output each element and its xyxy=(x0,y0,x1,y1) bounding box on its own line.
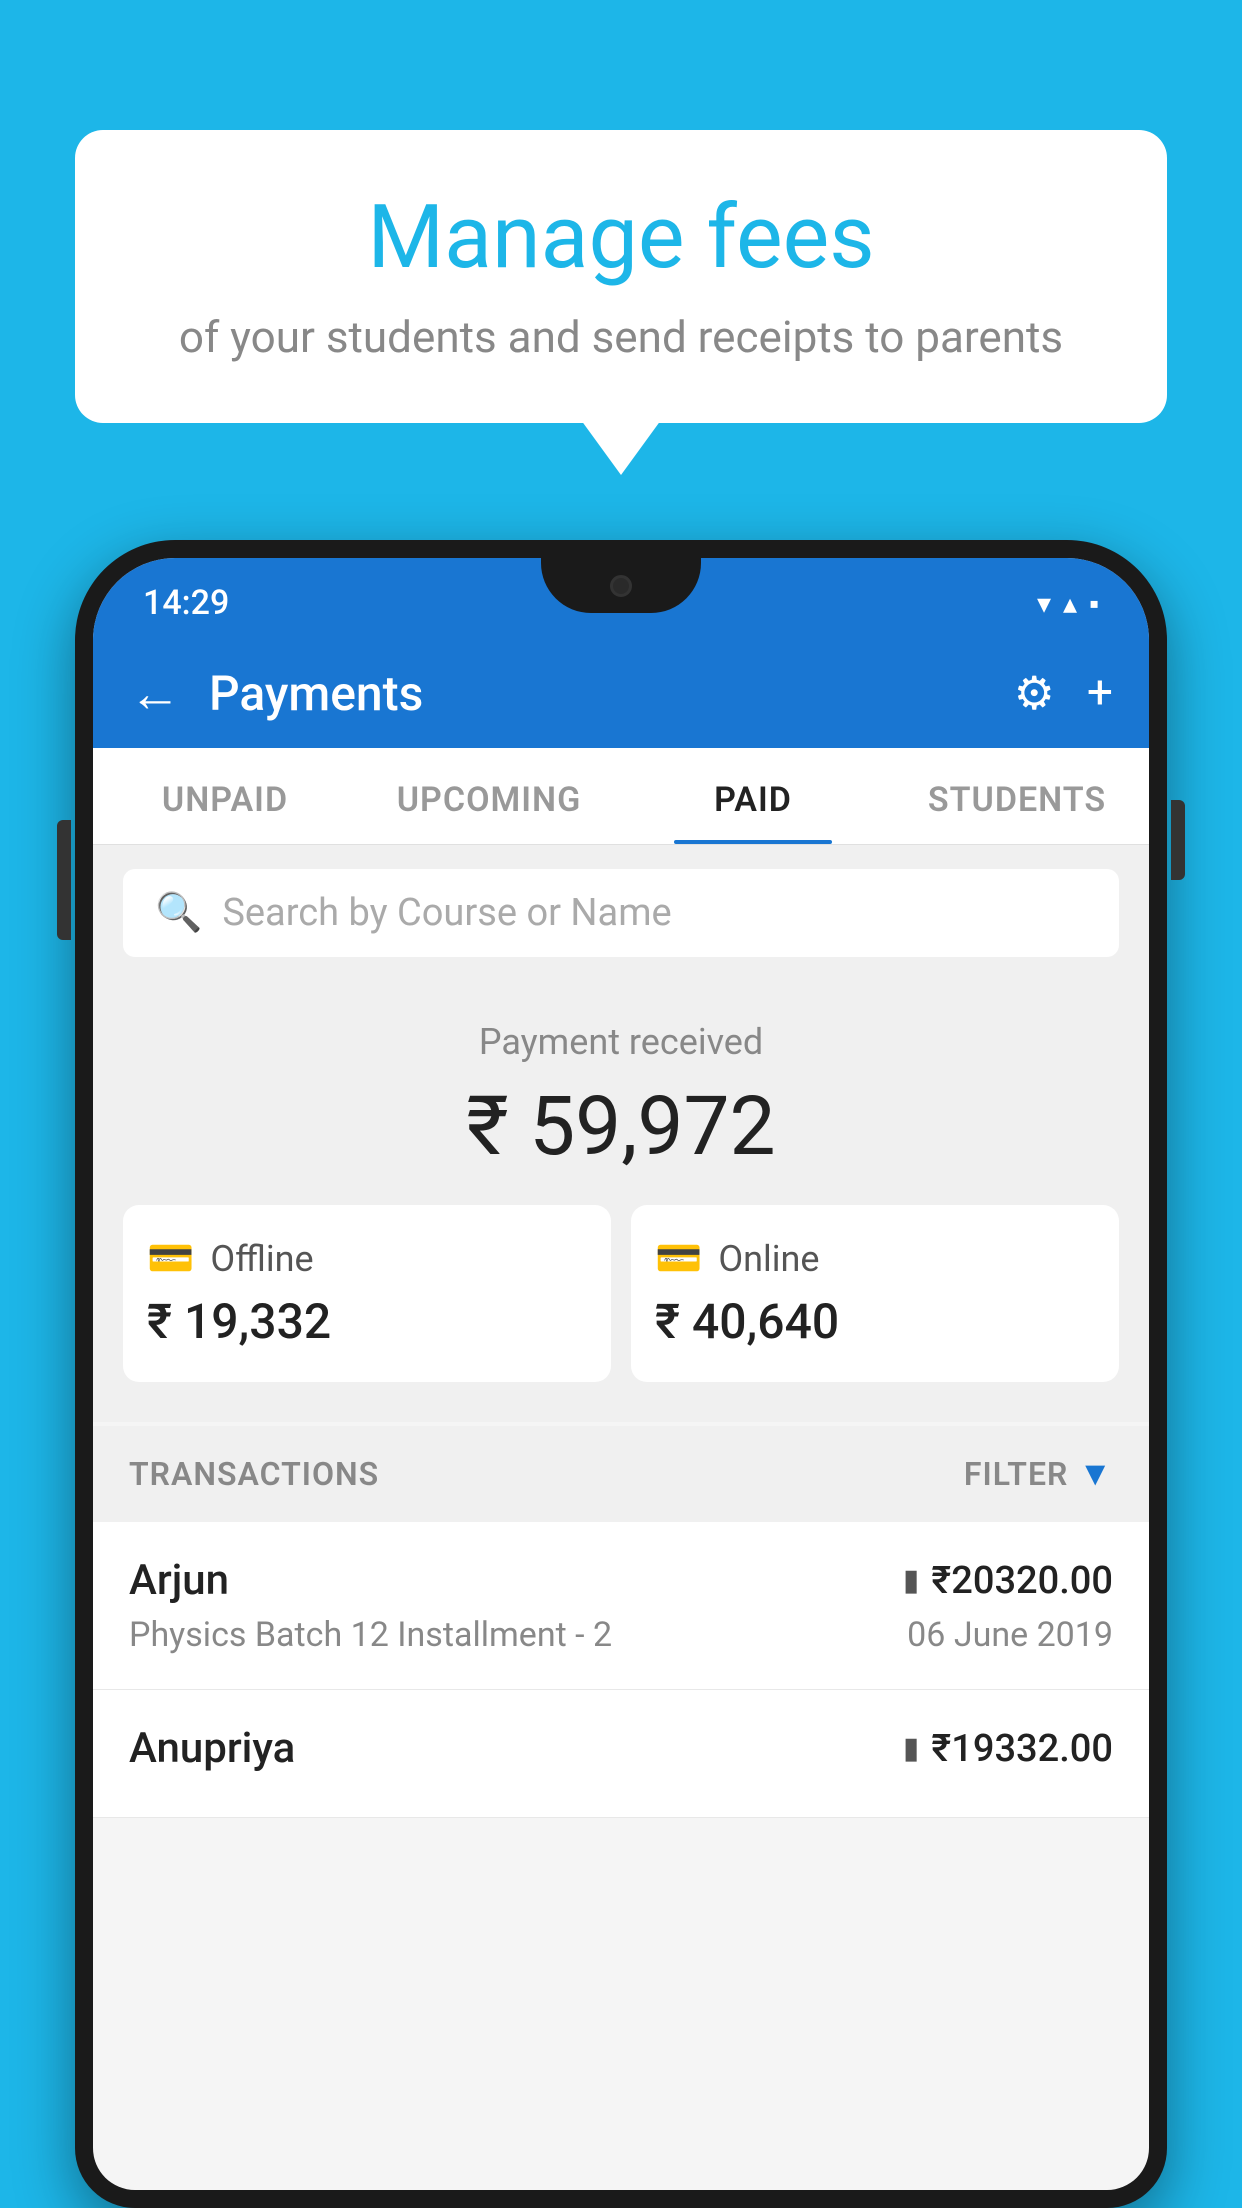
offline-card-header: 💳 Offline xyxy=(147,1237,587,1281)
add-button[interactable]: + xyxy=(1087,666,1113,720)
search-bar[interactable]: 🔍 Search by Course or Name xyxy=(123,869,1119,957)
transaction-date: 06 June 2019 xyxy=(907,1615,1113,1655)
online-pay-icon: ▮ xyxy=(903,1563,920,1598)
manage-fees-title: Manage fees xyxy=(155,190,1087,287)
tabs: UNPAID UPCOMING PAID STUDENTS xyxy=(93,748,1149,845)
search-input[interactable]: Search by Course or Name xyxy=(222,891,671,935)
offline-label: Offline xyxy=(210,1238,313,1280)
online-card-header: 💳 Online xyxy=(655,1237,1095,1281)
transaction-row-top: Arjun ▮ ₹20320.00 xyxy=(129,1556,1113,1605)
payment-label: Payment received xyxy=(123,1021,1119,1063)
search-icon: 🔍 xyxy=(155,891,202,935)
transaction-amount-container: ▮ ₹20320.00 xyxy=(903,1559,1113,1603)
search-container: 🔍 Search by Course or Name xyxy=(93,845,1149,981)
app-bar: ← Payments ⚙ + xyxy=(93,638,1149,748)
filter-icon: ▼ xyxy=(1078,1454,1113,1494)
online-payment-card: 💳 Online ₹ 40,640 xyxy=(631,1205,1119,1382)
transaction-amount: ₹20320.00 xyxy=(931,1559,1113,1603)
transaction-amount-container: ▮ ₹19332.00 xyxy=(903,1727,1113,1771)
offline-amount: ₹ 19,332 xyxy=(147,1293,587,1350)
transaction-name: Arjun xyxy=(129,1556,229,1605)
online-icon: 💳 xyxy=(655,1237,702,1281)
status-time: 14:29 xyxy=(143,583,229,623)
settings-icon[interactable]: ⚙ xyxy=(1014,666,1055,721)
phone-notch xyxy=(541,558,701,613)
phone-frame: 14:29 ▾ ▴ ▪ ← Payments ⚙ + UNPAID UPCOMI… xyxy=(75,540,1167,2208)
transaction-list: Arjun ▮ ₹20320.00 Physics Batch 12 Insta… xyxy=(93,1522,1149,1818)
transaction-row-top: Anupriya ▮ ₹19332.00 xyxy=(129,1724,1113,1773)
payment-section: Payment received ₹ 59,972 💳 Offline ₹ 19… xyxy=(93,981,1149,1422)
signal-icon: ▴ xyxy=(1063,587,1077,620)
payment-amount: ₹ 59,972 xyxy=(123,1079,1119,1175)
front-camera xyxy=(610,575,632,597)
phone-screen: 14:29 ▾ ▴ ▪ ← Payments ⚙ + UNPAID UPCOMI… xyxy=(93,558,1149,2190)
transaction-amount: ₹19332.00 xyxy=(931,1727,1113,1771)
table-row[interactable]: Arjun ▮ ₹20320.00 Physics Batch 12 Insta… xyxy=(93,1522,1149,1690)
wifi-icon: ▾ xyxy=(1037,587,1051,620)
speech-bubble: Manage fees of your students and send re… xyxy=(75,130,1167,423)
table-row[interactable]: Anupriya ▮ ₹19332.00 xyxy=(93,1690,1149,1818)
offline-icon: 💳 xyxy=(147,1237,194,1281)
offline-payment-card: 💳 Offline ₹ 19,332 xyxy=(123,1205,611,1382)
battery-icon: ▪ xyxy=(1089,587,1099,620)
back-button[interactable]: ← xyxy=(129,663,181,724)
filter-button[interactable]: FILTER ▼ xyxy=(964,1454,1113,1494)
transactions-header: TRANSACTIONS FILTER ▼ xyxy=(93,1426,1149,1522)
transaction-name: Anupriya xyxy=(129,1724,295,1773)
tab-upcoming[interactable]: UPCOMING xyxy=(357,748,621,844)
transaction-row-bottom: Physics Batch 12 Installment - 2 06 June… xyxy=(129,1615,1113,1655)
app-title: Payments xyxy=(209,665,986,722)
transactions-label: TRANSACTIONS xyxy=(129,1455,379,1493)
transaction-course: Physics Batch 12 Installment - 2 xyxy=(129,1615,612,1655)
online-label: Online xyxy=(718,1238,819,1280)
payment-cards: 💳 Offline ₹ 19,332 💳 Online ₹ 40,640 xyxy=(123,1205,1119,1382)
status-icons: ▾ ▴ ▪ xyxy=(1037,587,1099,620)
speech-bubble-container: Manage fees of your students and send re… xyxy=(75,130,1167,423)
tab-students[interactable]: STUDENTS xyxy=(885,748,1149,844)
offline-pay-icon: ▮ xyxy=(903,1731,920,1766)
app-bar-icons: ⚙ + xyxy=(1014,666,1113,721)
filter-label: FILTER xyxy=(964,1455,1068,1493)
tab-unpaid[interactable]: UNPAID xyxy=(93,748,357,844)
manage-fees-subtitle: of your students and send receipts to pa… xyxy=(155,311,1087,363)
online-amount: ₹ 40,640 xyxy=(655,1293,1095,1350)
tab-paid[interactable]: PAID xyxy=(621,748,885,844)
